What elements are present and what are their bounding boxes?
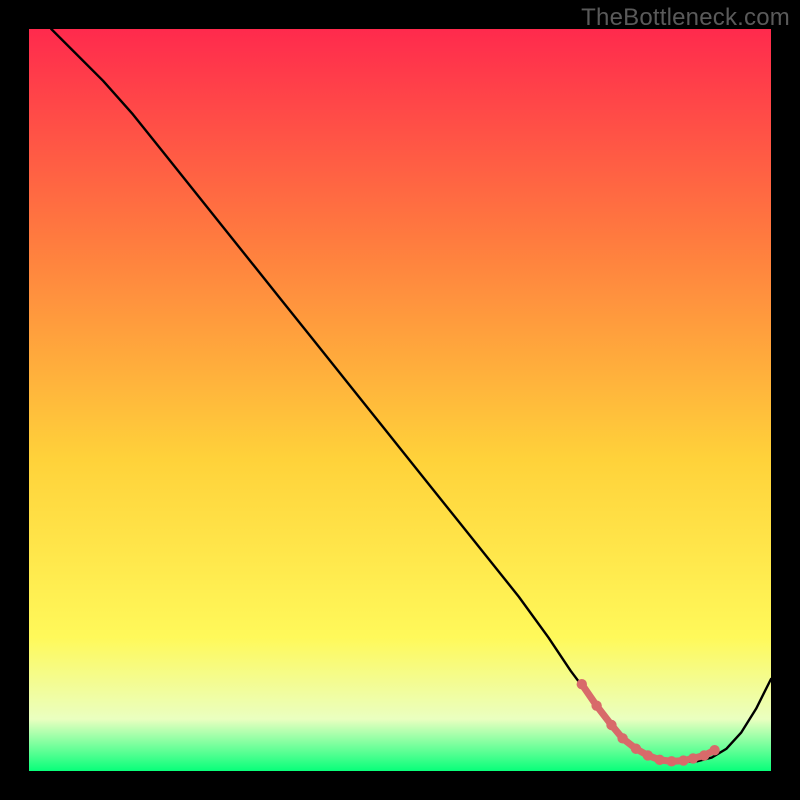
bottleneck-chart bbox=[29, 29, 771, 771]
gradient-background bbox=[29, 29, 771, 771]
watermark-text: TheBottleneck.com bbox=[581, 4, 790, 32]
